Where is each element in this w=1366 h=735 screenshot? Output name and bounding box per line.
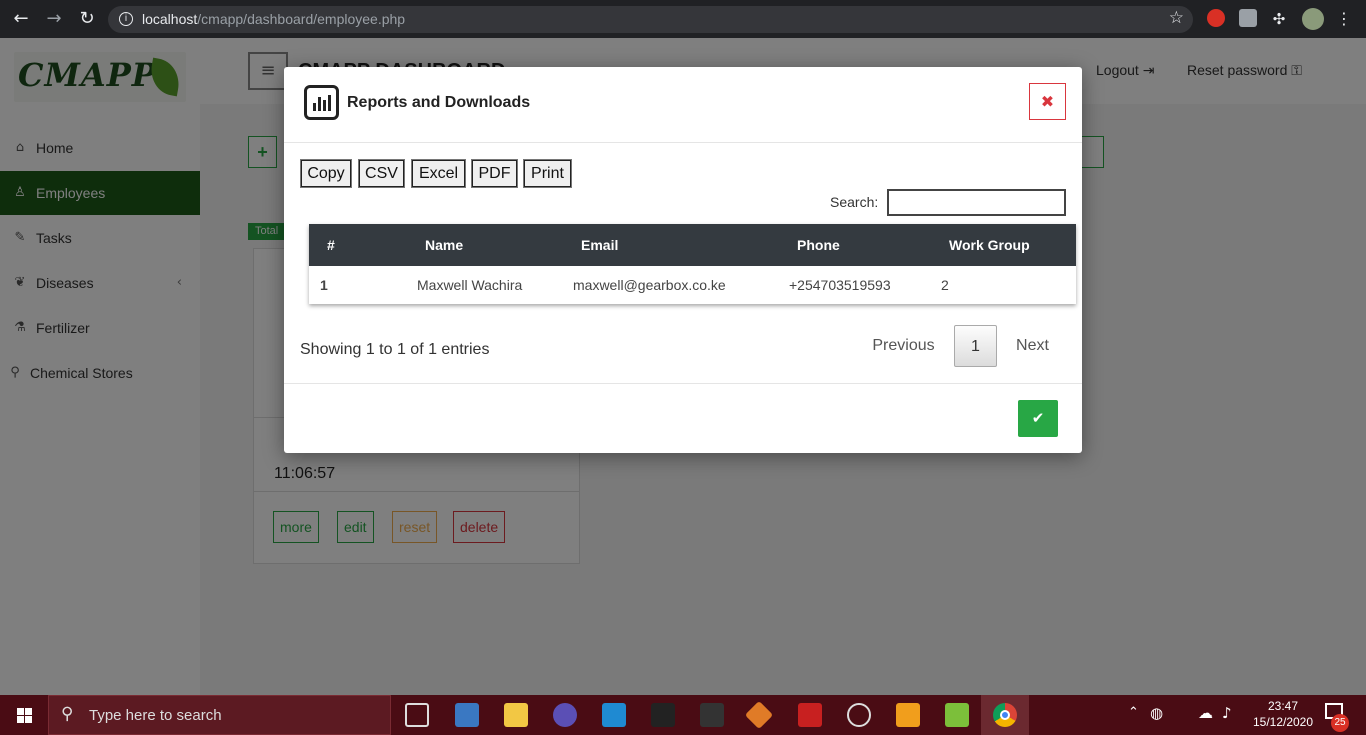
bar-chart-icon xyxy=(304,85,339,120)
page-1-button[interactable]: 1 xyxy=(954,325,997,367)
modal-footer-divider xyxy=(284,383,1082,384)
next-page-button[interactable]: Next xyxy=(1010,325,1055,367)
forward-icon[interactable]: → xyxy=(43,8,65,30)
app-icon-1[interactable] xyxy=(455,703,479,727)
cell-number: 1 xyxy=(320,277,328,293)
app-icon-9[interactable] xyxy=(798,703,822,727)
extension-download-icon[interactable] xyxy=(1239,9,1257,27)
cloud-icon[interactable]: ☁ xyxy=(1198,704,1213,722)
column-header-name[interactable]: Name xyxy=(425,224,463,266)
column-header-number[interactable]: # xyxy=(327,224,335,266)
print-button[interactable]: Print xyxy=(523,159,572,188)
task-view-icon[interactable] xyxy=(405,703,429,727)
back-icon[interactable]: ← xyxy=(10,8,32,30)
clock-time: 23:47 xyxy=(1267,699,1299,713)
menu-kebab-icon[interactable]: ⋮ xyxy=(1333,8,1355,30)
search-label: Search: xyxy=(830,194,879,210)
chrome-taskbar-item[interactable] xyxy=(981,695,1029,735)
modal-header: Reports and Downloads ✖ xyxy=(284,67,1082,143)
bookmark-star-icon[interactable]: ☆ xyxy=(1169,8,1184,28)
table-info: Showing 1 to 1 of 1 entries xyxy=(300,341,490,358)
csv-button[interactable]: CSV xyxy=(358,159,405,188)
taskbar-search-placeholder: Type here to search xyxy=(89,707,222,724)
volume-icon[interactable]: ♪ xyxy=(1222,704,1232,722)
column-header-phone[interactable]: Phone xyxy=(797,224,840,266)
address-bar[interactable]: i localhost/cmapp/dashboard/employee.php… xyxy=(108,6,1193,33)
check-icon: ✔ xyxy=(1031,409,1045,427)
git-icon[interactable] xyxy=(744,700,774,730)
cell-work-group: 2 xyxy=(941,277,949,293)
notification-badge: 25 xyxy=(1331,714,1349,732)
chevron-up-icon[interactable]: ⌃ xyxy=(1128,705,1139,720)
cell-name: Maxwell Wachira xyxy=(417,277,523,293)
extension-adblock-icon[interactable] xyxy=(1207,9,1225,27)
taskbar: ⚲ Type here to search ⌃ ◍ ☁ ♪ 23:47 15/1… xyxy=(0,695,1366,735)
pdf-button[interactable]: PDF xyxy=(471,159,518,188)
confirm-button[interactable]: ✔ xyxy=(1018,400,1058,437)
start-button[interactable] xyxy=(0,695,48,735)
app-icon-3[interactable] xyxy=(553,703,577,727)
cell-email: maxwell@gearbox.co.ke xyxy=(573,277,726,293)
column-header-email[interactable]: Email xyxy=(581,224,618,266)
taskbar-search[interactable]: ⚲ Type here to search xyxy=(48,695,391,735)
column-header-work-group[interactable]: Work Group xyxy=(949,224,1030,266)
browser-toolbar: ← → ↻ i localhost/cmapp/dashboard/employ… xyxy=(0,0,1366,38)
globe-icon[interactable]: ◍ xyxy=(1150,704,1163,722)
previous-page-button[interactable]: Previous xyxy=(867,325,940,367)
table-row[interactable]: 1 Maxwell Wachira maxwell@gearbox.co.ke … xyxy=(309,266,1076,304)
copy-button[interactable]: Copy xyxy=(300,159,352,188)
table-header: # Name Email Phone Work Group xyxy=(309,224,1076,266)
file-explorer-icon[interactable] xyxy=(504,703,528,727)
reports-modal: Reports and Downloads ✖ Copy CSV Excel P… xyxy=(284,67,1082,453)
profile-avatar[interactable] xyxy=(1302,8,1324,30)
clock-date: 15/12/2020 xyxy=(1252,715,1314,729)
reload-icon[interactable]: ↻ xyxy=(76,8,98,30)
terminal-icon[interactable] xyxy=(651,703,675,727)
extensions-puzzle-icon[interactable]: ✣ xyxy=(1268,8,1290,30)
url-text: localhost/cmapp/dashboard/employee.php xyxy=(142,11,406,27)
excel-button[interactable]: Excel xyxy=(411,159,466,188)
close-button[interactable]: ✖ xyxy=(1029,83,1066,120)
app-icon-10[interactable] xyxy=(847,703,871,727)
info-icon[interactable]: i xyxy=(119,12,133,26)
close-icon: ✖ xyxy=(1040,92,1055,111)
search-input[interactable] xyxy=(887,189,1066,216)
clock[interactable]: 23:47 15/12/2020 xyxy=(1248,698,1318,730)
cell-phone: +254703519593 xyxy=(789,277,891,293)
modal-title: Reports and Downloads xyxy=(347,94,531,111)
vscode-icon[interactable] xyxy=(602,703,626,727)
search-icon: ⚲ xyxy=(61,704,74,724)
sublime-icon[interactable] xyxy=(896,703,920,727)
app-icon-12[interactable] xyxy=(945,703,969,727)
cmd-icon[interactable] xyxy=(700,703,724,727)
employees-table: # Name Email Phone Work Group 1 Maxwell … xyxy=(309,224,1076,304)
